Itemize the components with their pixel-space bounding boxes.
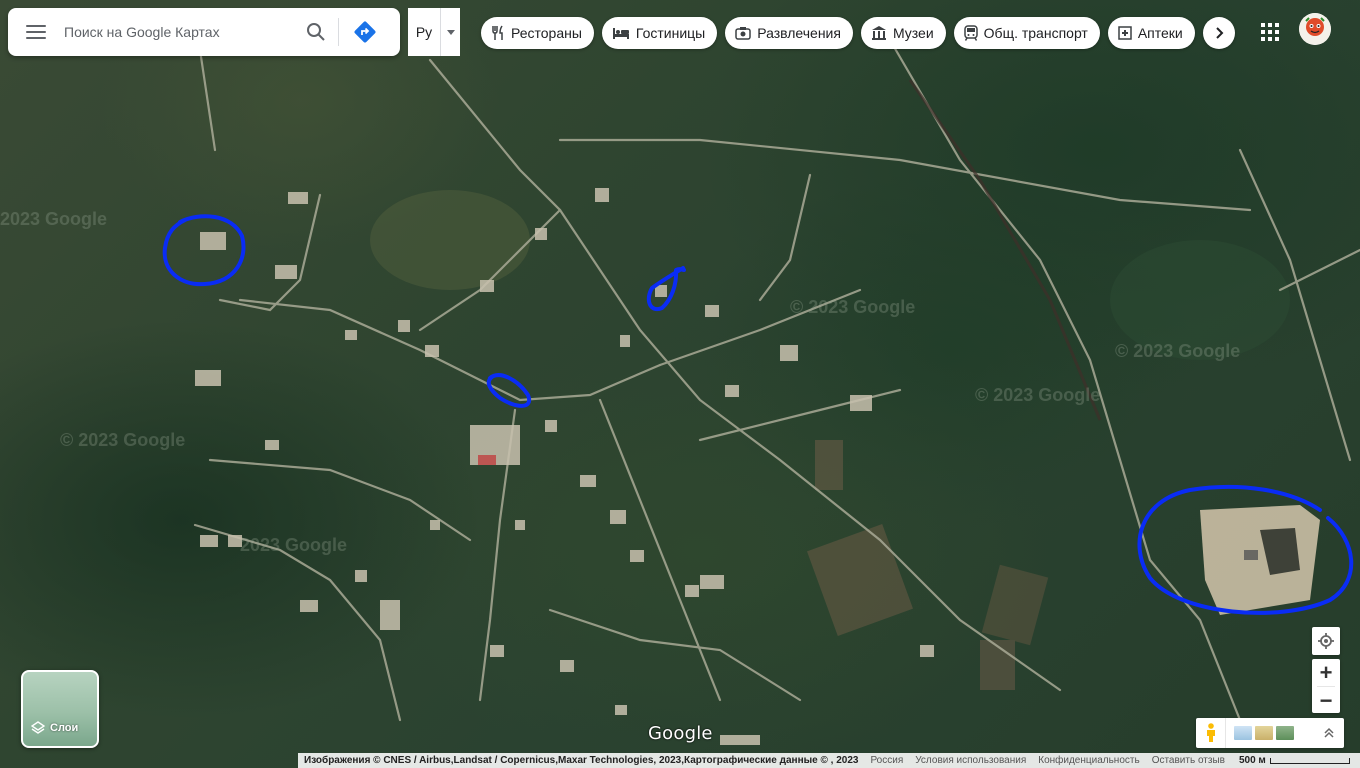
svg-text:© 2023 Google: © 2023 Google xyxy=(60,430,185,450)
menu-button[interactable] xyxy=(8,8,64,56)
language-label: Ру xyxy=(415,24,433,40)
chip-museums[interactable]: Музеи xyxy=(860,17,946,49)
chip-label: Музеи xyxy=(892,25,934,41)
search-input[interactable] xyxy=(64,12,294,52)
pegman-button[interactable] xyxy=(1196,718,1226,748)
search-button[interactable] xyxy=(294,8,338,56)
scale-bar xyxy=(1269,757,1350,764)
zoom-in-button[interactable]: + xyxy=(1312,659,1340,686)
zoom-out-button[interactable]: − xyxy=(1312,687,1340,714)
fork-knife-icon xyxy=(492,25,503,40)
chip-label: Гостиницы xyxy=(635,25,706,41)
my-location-button[interactable] xyxy=(1312,627,1340,655)
svg-text:2023 Google: 2023 Google xyxy=(0,209,107,229)
chip-label: Рестораны xyxy=(511,25,582,41)
chip-label: Общ. транспорт xyxy=(983,25,1088,41)
user-avatar-icon xyxy=(1299,13,1331,45)
svg-text:© 2023 Google: © 2023 Google xyxy=(1115,341,1240,361)
feedback-link[interactable]: Оставить отзыв xyxy=(1152,755,1225,766)
chevron-up-icon xyxy=(1324,727,1334,738)
bed-icon xyxy=(612,28,629,39)
directions-button[interactable] xyxy=(339,8,391,56)
traffic-thumbnail[interactable] xyxy=(1255,726,1273,740)
chips-next-button[interactable] xyxy=(1202,17,1235,49)
directions-icon xyxy=(354,21,376,43)
train-icon xyxy=(963,25,978,41)
search-box xyxy=(8,8,400,56)
transit-thumbnail[interactable] xyxy=(1276,726,1294,740)
language-selector[interactable]: Ру xyxy=(408,8,460,56)
chip-pharmacies[interactable]: Аптеки xyxy=(1107,17,1195,49)
svg-text:2023 Google: 2023 Google xyxy=(240,535,347,555)
layers-label: Слои xyxy=(50,722,79,734)
chip-label: Аптеки xyxy=(1137,25,1183,41)
pegman-icon xyxy=(1206,723,1215,742)
layers-button[interactable]: Слои xyxy=(21,670,99,748)
hamburger-menu-icon xyxy=(26,25,46,39)
camera-icon xyxy=(735,27,751,40)
scale-indicator[interactable]: 500 м xyxy=(1239,755,1350,766)
chip-hotels[interactable]: Гостиницы xyxy=(601,17,718,49)
country-link[interactable]: Россия xyxy=(870,755,903,766)
caret-down-icon xyxy=(446,29,455,35)
imagery-attribution: Изображения © CNES / Airbus,Landsat / Co… xyxy=(304,755,859,766)
chip-label: Развлечения xyxy=(757,25,841,41)
pharmacy-icon xyxy=(1118,26,1132,40)
category-chips: Рестораны Гостиницы Развлечения Музеи Об… xyxy=(481,17,1235,49)
apps-grid-icon xyxy=(1261,23,1279,41)
terrain-thumbnail[interactable] xyxy=(1234,726,1252,740)
magnifier-icon xyxy=(307,23,325,41)
map-footer: Изображения © CNES / Airbus,Landsat / Co… xyxy=(298,753,1360,768)
apps-button[interactable] xyxy=(1256,18,1284,46)
language-dropdown-arrow[interactable] xyxy=(440,8,460,56)
terms-link[interactable]: Условия использования xyxy=(915,755,1026,766)
chip-transit[interactable]: Общ. транспорт xyxy=(953,17,1100,49)
map-imagery: 2023 Google © 2023 Google © 2023 Google … xyxy=(0,38,1360,745)
layers-caption: Слои xyxy=(23,710,97,746)
map-view-tray xyxy=(1196,718,1344,748)
my-location-icon xyxy=(1318,633,1334,649)
chip-entertainment[interactable]: Развлечения xyxy=(725,17,853,49)
svg-text:© 2023 Google: © 2023 Google xyxy=(790,297,915,317)
layers-icon xyxy=(31,721,45,734)
museum-icon xyxy=(871,26,886,40)
user-avatar[interactable] xyxy=(1299,13,1331,45)
scale-label: 500 м xyxy=(1238,755,1266,766)
chevron-right-icon xyxy=(1216,27,1224,39)
satellite-map[interactable]: 2023 Google © 2023 Google © 2023 Google … xyxy=(0,0,1360,768)
tray-expand-button[interactable] xyxy=(1314,718,1344,748)
zoom-controls: + − xyxy=(1312,659,1340,713)
svg-text:© 2023 Google: © 2023 Google xyxy=(975,385,1100,405)
privacy-link[interactable]: Конфиденциальность xyxy=(1038,755,1139,766)
google-logo: Google xyxy=(648,723,713,744)
chip-restaurants[interactable]: Рестораны xyxy=(481,17,594,49)
